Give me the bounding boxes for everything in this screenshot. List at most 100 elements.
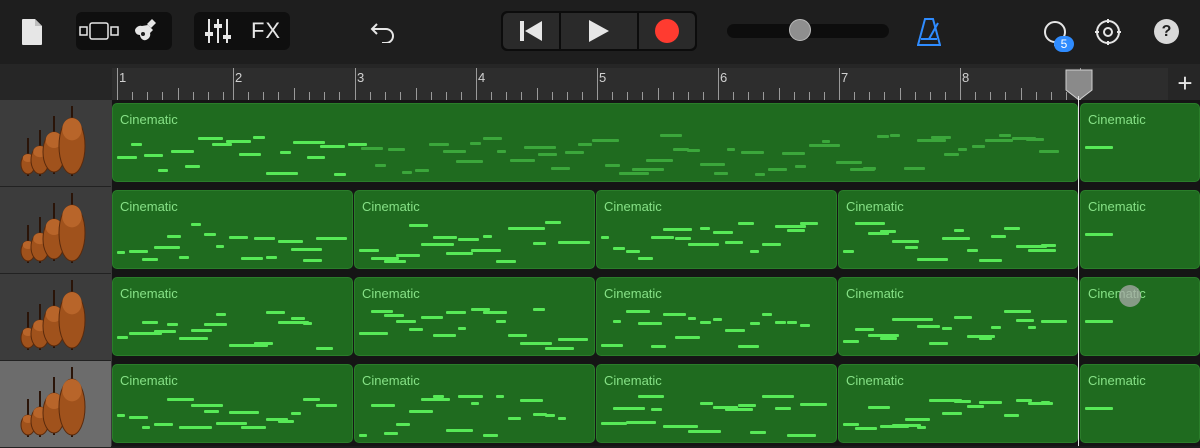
midi-note xyxy=(166,398,194,401)
midi-note xyxy=(483,311,508,314)
metronome-button[interactable] xyxy=(914,16,944,48)
midi-region[interactable]: Cinematic xyxy=(838,190,1078,269)
midi-note xyxy=(941,327,952,330)
midi-note xyxy=(1039,150,1060,153)
midi-region[interactable]: Cinematic xyxy=(354,277,595,356)
midi-note xyxy=(320,145,346,148)
midi-note xyxy=(774,407,791,410)
midi-note xyxy=(532,242,546,245)
midi-region[interactable]: Cinematic xyxy=(838,277,1078,356)
midi-region[interactable]: Cinematic xyxy=(596,190,837,269)
beat-tick xyxy=(899,88,901,100)
midi-note xyxy=(117,156,137,159)
midi-note xyxy=(1025,138,1044,141)
midi-note xyxy=(799,324,810,327)
tracks-view-icon xyxy=(79,22,119,40)
tracks-area[interactable]: Cinematic Cinematic Cinematic Cinematic Cine… xyxy=(112,100,1200,446)
track-header[interactable] xyxy=(0,100,111,187)
midi-note xyxy=(687,317,696,320)
beat-tick xyxy=(869,92,871,100)
midi-note xyxy=(495,320,506,323)
beat-tick xyxy=(147,92,149,100)
beat-tick xyxy=(491,92,493,100)
midi-region[interactable]: Cinematic xyxy=(1080,103,1200,182)
midi-note xyxy=(762,313,773,316)
midi-note xyxy=(781,152,805,155)
midi-region[interactable]: Cinematic xyxy=(112,277,353,356)
midi-note xyxy=(415,169,430,172)
midi-note xyxy=(917,426,927,429)
midi-note xyxy=(625,310,650,313)
midi-note xyxy=(483,434,499,437)
undo-button[interactable] xyxy=(366,16,400,48)
midi-note xyxy=(1015,319,1034,322)
midi-note xyxy=(470,402,479,405)
midi-region[interactable]: Cinematic xyxy=(112,190,353,269)
play-button[interactable] xyxy=(561,13,637,49)
midi-note xyxy=(239,153,262,156)
midi-note xyxy=(991,235,1007,238)
midi-note xyxy=(253,342,273,345)
help-button[interactable]: ? xyxy=(1154,19,1179,44)
midi-note xyxy=(154,330,177,333)
go-to-beginning-button[interactable] xyxy=(503,13,559,49)
midi-note xyxy=(843,250,854,253)
midi-region[interactable]: Cinematic xyxy=(354,190,595,269)
midi-region[interactable]: Cinematic xyxy=(596,277,837,356)
midi-note xyxy=(203,233,216,236)
midi-region[interactable]: Cinematic xyxy=(596,364,837,443)
midi-note xyxy=(396,320,417,323)
midi-note xyxy=(1003,310,1031,313)
midi-note xyxy=(774,321,786,324)
midi-note xyxy=(904,246,918,249)
midi-note xyxy=(216,422,248,425)
midi-note xyxy=(228,236,248,239)
beat-tick xyxy=(415,88,417,100)
add-section-button[interactable]: + xyxy=(1170,68,1200,98)
bar-number: 6 xyxy=(720,70,728,85)
midi-note xyxy=(510,159,536,162)
instrument-button[interactable] xyxy=(126,14,168,48)
toolbar: FX 5 ? xyxy=(0,0,1200,64)
fx-button[interactable]: FX xyxy=(244,14,288,48)
midi-note xyxy=(725,329,746,332)
midi-note xyxy=(762,395,795,398)
ruler-bar[interactable] xyxy=(112,68,1168,100)
volume-knob[interactable] xyxy=(789,19,811,41)
loop-browser-button[interactable]: 5 xyxy=(1034,14,1076,52)
midi-note xyxy=(966,405,984,408)
midi-note xyxy=(638,395,665,398)
midi-region[interactable]: Cinematic xyxy=(112,364,353,443)
midi-region[interactable]: Cinematic xyxy=(354,364,595,443)
track-header[interactable] xyxy=(0,361,111,448)
midi-note xyxy=(157,169,168,172)
midi-note xyxy=(265,256,277,259)
region-label: Cinematic xyxy=(120,199,178,214)
midi-note xyxy=(954,229,965,232)
midi-region[interactable]: Cinematic xyxy=(1080,364,1200,443)
midi-note xyxy=(663,228,693,231)
my-songs-button[interactable] xyxy=(18,16,46,48)
midi-note xyxy=(686,149,700,152)
track-header[interactable] xyxy=(0,274,111,361)
midi-region[interactable]: Cinematic xyxy=(838,364,1078,443)
midi-note xyxy=(1003,227,1020,230)
track-header[interactable] xyxy=(0,187,111,274)
tracks-view-button[interactable] xyxy=(78,14,120,48)
midi-note xyxy=(306,156,325,159)
settings-button[interactable] xyxy=(1092,16,1124,48)
beat-tick xyxy=(672,92,674,100)
midi-region[interactable]: Cinematic xyxy=(112,103,1078,182)
region-label: Cinematic xyxy=(362,373,420,388)
midi-note xyxy=(179,337,209,340)
midi-region[interactable]: Cinematic xyxy=(1080,277,1200,356)
midi-note xyxy=(749,250,759,253)
record-button[interactable] xyxy=(639,13,695,49)
master-volume-slider[interactable] xyxy=(727,19,889,41)
midi-note xyxy=(978,337,992,340)
midi-region[interactable]: Cinematic xyxy=(1080,190,1200,269)
midi-note xyxy=(725,408,754,411)
beat-tick xyxy=(944,92,946,100)
mixer-button[interactable] xyxy=(196,14,240,48)
midi-note xyxy=(904,418,930,421)
